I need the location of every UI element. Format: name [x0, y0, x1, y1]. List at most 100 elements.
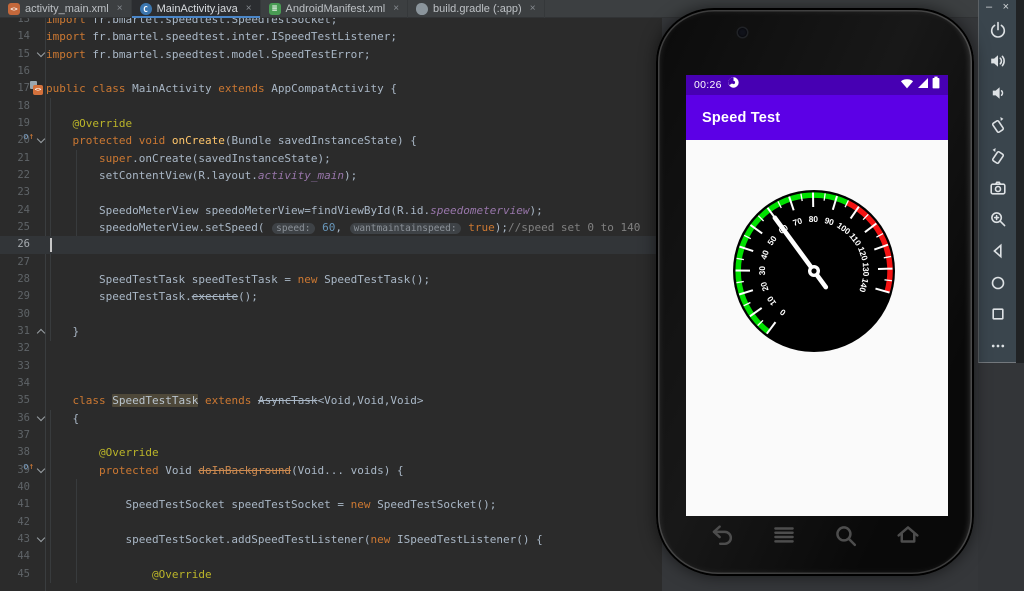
line-number: 25 — [17, 220, 30, 233]
code-line-25: 25 speedoMeterView.setSpeed( speed: 60, … — [0, 219, 662, 236]
phone-search-button[interactable] — [833, 523, 859, 549]
code-editor[interactable]: 13 import fr.bmartel.speedtest.SpeedTestS… — [0, 18, 662, 591]
profile-badge-icon — [727, 76, 740, 94]
fold-down-icon[interactable] — [36, 412, 46, 421]
phone-home-button[interactable] — [895, 523, 921, 549]
phone-menu-button[interactable] — [771, 523, 797, 549]
line-number: 13 — [17, 18, 30, 25]
menu-icon — [774, 527, 794, 543]
code-text: speedTestTask.execute(); — [46, 290, 258, 304]
phone-screen[interactable]: 00:26 Speed Test 01020304050607080901001… — [686, 75, 948, 516]
emulator-rotate-left-button[interactable] — [979, 109, 1016, 141]
emulator-toolbar: – × — [978, 0, 1016, 363]
emulator-phone: 00:26 Speed Test 01020304050607080901001… — [656, 8, 974, 576]
emulator-screenshot-button[interactable] — [979, 172, 1016, 204]
line-number: 45 — [17, 567, 30, 580]
code-line-31: 31 } — [0, 323, 662, 340]
line-number: 40 — [17, 480, 30, 493]
line-number: 42 — [17, 515, 30, 528]
fold-down-icon[interactable] — [36, 464, 46, 473]
line-number: 30 — [17, 307, 30, 320]
tab-close-icon[interactable]: × — [530, 4, 536, 14]
code-line-24: 24 SpeedoMeterView speedoMeterView=findV… — [0, 202, 662, 219]
code-line-38: 38 @Override — [0, 444, 662, 461]
override-icon: o↑ — [23, 132, 34, 143]
line-number: 15 — [0, 46, 46, 63]
line-number: 33 — [17, 359, 30, 372]
code-line-43: 43 speedTestSocket.addSpeedTestListener(… — [0, 531, 662, 548]
emulator-zoom-button[interactable] — [979, 204, 1016, 236]
line-number: 41 — [17, 498, 30, 511]
emulator-close-button[interactable]: × — [1003, 2, 1009, 13]
emulator-volume-up-button[interactable] — [979, 46, 1016, 78]
tab-close-icon[interactable]: × — [393, 4, 399, 14]
code-line-20: 20 o↑ protected void onCreate(Bundle save… — [0, 132, 662, 149]
volume-down-icon — [992, 87, 1003, 99]
front-camera-icon — [738, 28, 747, 37]
signal-icon — [917, 76, 929, 94]
code-line-34: 34 — [0, 375, 662, 392]
line-number: 27 — [17, 255, 30, 268]
tab-mainactivity-java[interactable]: C MainActivity.java × — [131, 0, 261, 18]
line-number: 23 — [17, 186, 30, 199]
line-number: 38 — [17, 446, 30, 459]
class-file-icon: <> — [30, 81, 43, 96]
power-icon — [990, 21, 1005, 38]
xml-layout-file-icon: <> — [8, 3, 20, 15]
code-line-35: 35 class SpeedTestTask extends AsyncTask… — [0, 392, 662, 409]
emulator-volume-down-button[interactable] — [979, 77, 1016, 109]
emulator-minimize-button[interactable]: – — [986, 2, 992, 13]
tab-androidmanifest-xml[interactable]: ≡ AndroidManifest.xml × — [261, 0, 409, 18]
code-text: setContentView(R.layout.activity_main); — [46, 168, 358, 182]
line-number: 17 <> — [17, 81, 43, 96]
line-number: 28 — [17, 272, 30, 285]
code-text: @Override — [151, 567, 212, 581]
text-caret — [50, 237, 52, 252]
gradle-file-icon — [416, 3, 429, 15]
svg-text:130: 130 — [861, 262, 871, 277]
emulator-rotate-right-button[interactable] — [979, 140, 1016, 172]
tab-activity-main-xml[interactable]: <> activity_main.xml × — [0, 0, 132, 18]
home-icon — [991, 276, 1004, 289]
fold-up-icon[interactable] — [36, 328, 46, 338]
code-line-13: 13 import fr.bmartel.speedtest.SpeedTestS… — [0, 18, 662, 28]
line-number: 24 — [17, 203, 30, 216]
code-line-26: 26 — [0, 236, 662, 254]
code-line-22: 22 setContentView(R.layout.activity_main… — [0, 167, 662, 184]
svg-text:30: 30 — [757, 266, 767, 276]
code-line-27: 27 — [0, 254, 662, 271]
code-line-29: 29 speedTestTask.execute(); — [0, 288, 662, 305]
java-class-icon: C — [139, 3, 152, 15]
emulator-power-button[interactable] — [979, 14, 1016, 46]
tab-build-gradle-app-[interactable]: build.gradle (:app) × — [408, 0, 545, 18]
fold-down-icon[interactable] — [36, 135, 46, 144]
phone-back-button[interactable] — [709, 523, 735, 549]
line-number: 29 — [17, 290, 30, 303]
code-line-33: 33 — [0, 358, 662, 375]
emulator-back-button[interactable] — [979, 235, 1016, 267]
emulator-home-button[interactable] — [979, 267, 1016, 299]
code-line-17: 17 <> public class MainActivity extends Ap… — [0, 80, 662, 97]
emulator-more-button[interactable] — [979, 330, 1016, 362]
manifest-file-icon: ≡ — [268, 3, 281, 15]
line-number: 19 — [17, 116, 30, 129]
tab-close-icon[interactable]: × — [117, 4, 123, 14]
screenshot-icon — [989, 181, 1006, 195]
code-text: @Override — [72, 116, 133, 130]
search-icon — [836, 526, 857, 547]
overview-icon — [991, 308, 1004, 320]
line-number: 35 — [17, 394, 30, 407]
phone-status-bar: 00:26 — [686, 75, 948, 95]
code-line-41: 41 SpeedTestSocket speedTestSocket = new… — [0, 496, 662, 513]
status-bar-clock: 00:26 — [694, 79, 722, 91]
code-text: import fr.bmartel.speedtest.model.SpeedT… — [46, 47, 371, 61]
home-icon — [897, 526, 919, 543]
emulator-overview-button[interactable] — [979, 298, 1016, 330]
fold-down-icon[interactable] — [36, 533, 46, 543]
tab-close-icon[interactable]: × — [246, 4, 252, 14]
line-number: 21 — [17, 151, 30, 164]
code-text: speedTestSocket.addSpeedTestListener(new… — [46, 532, 543, 546]
below-toolbar-background — [978, 363, 1024, 591]
code-line-23: 23 — [0, 184, 662, 201]
fold-down-icon[interactable] — [36, 48, 46, 57]
